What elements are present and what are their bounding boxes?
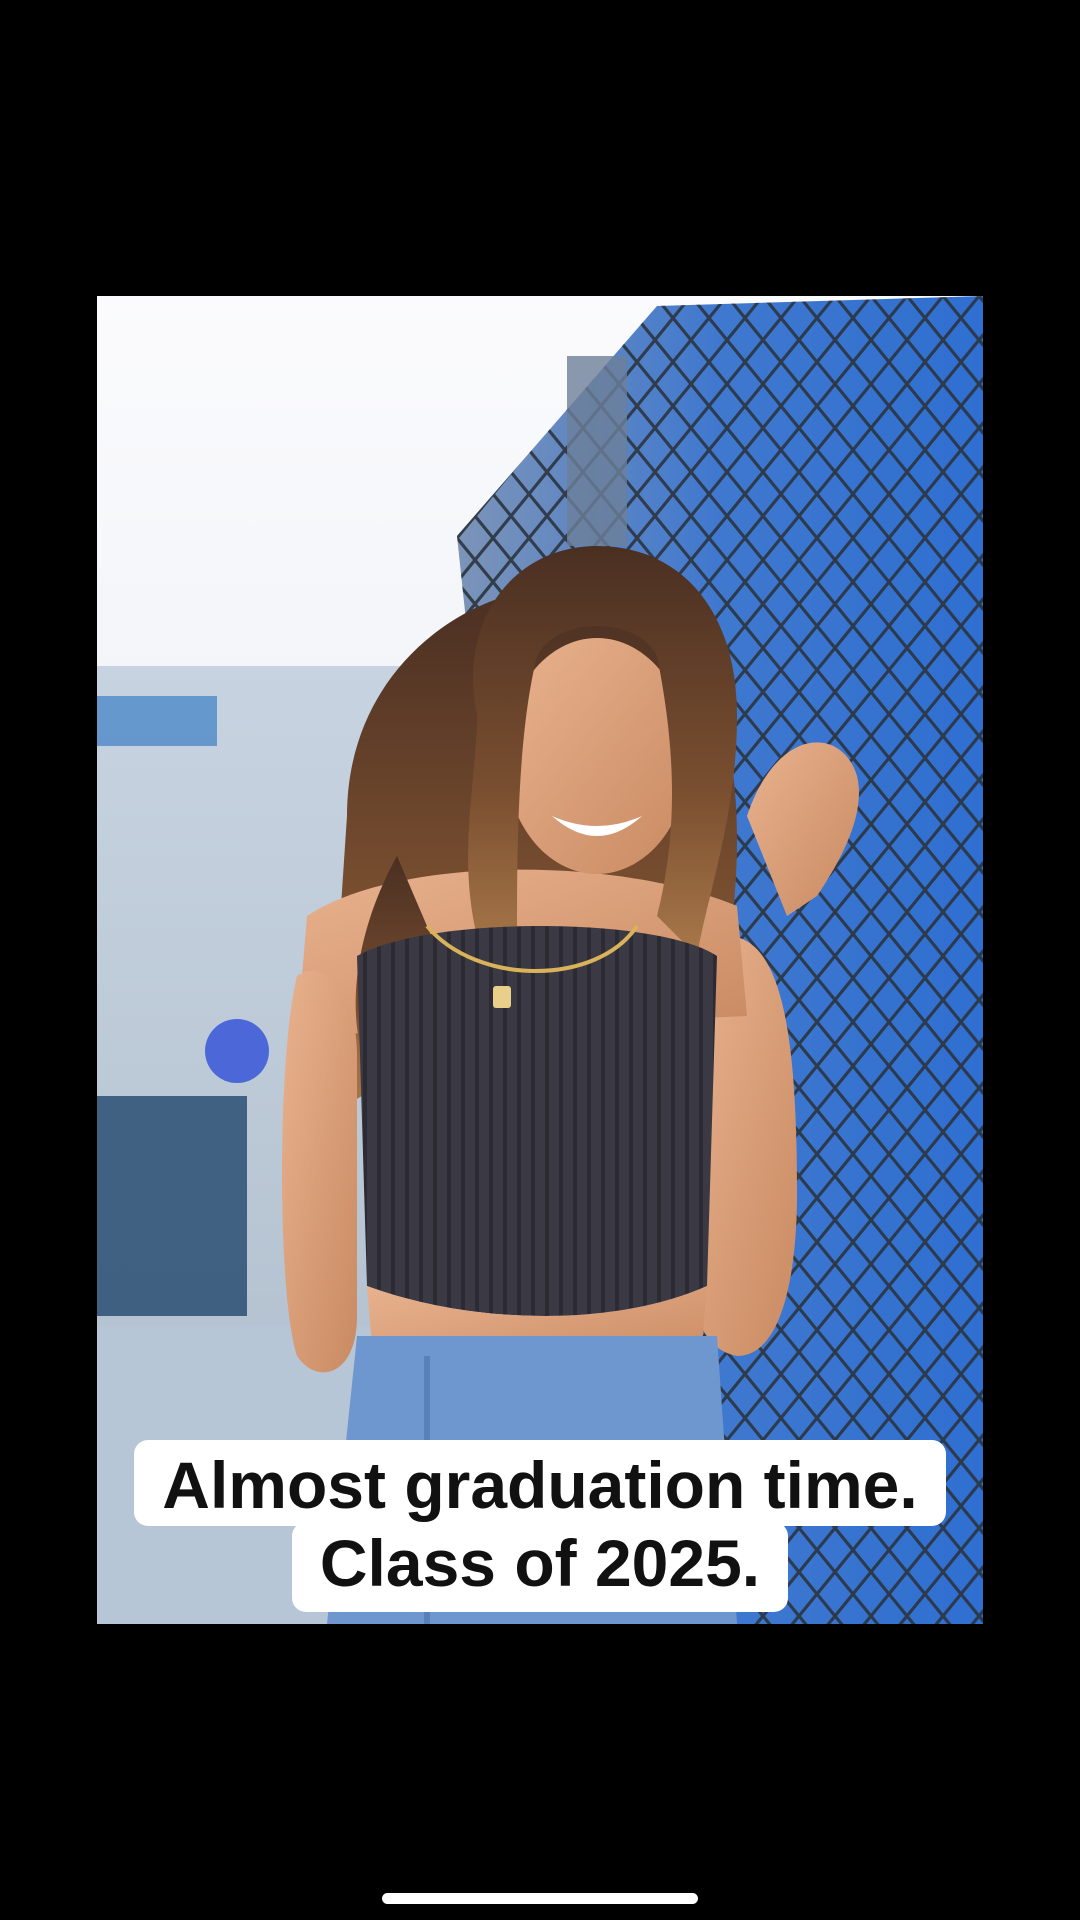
photo-image <box>97 296 983 1624</box>
caption-line-2: Class of 2025. <box>291 1522 789 1612</box>
portrait-photo <box>97 296 983 1624</box>
caption-overlay: Almost graduation time. Class of 2025. <box>0 1440 1080 1612</box>
home-indicator[interactable] <box>382 1893 698 1904</box>
caption-line-1: Almost graduation time. <box>134 1440 946 1526</box>
